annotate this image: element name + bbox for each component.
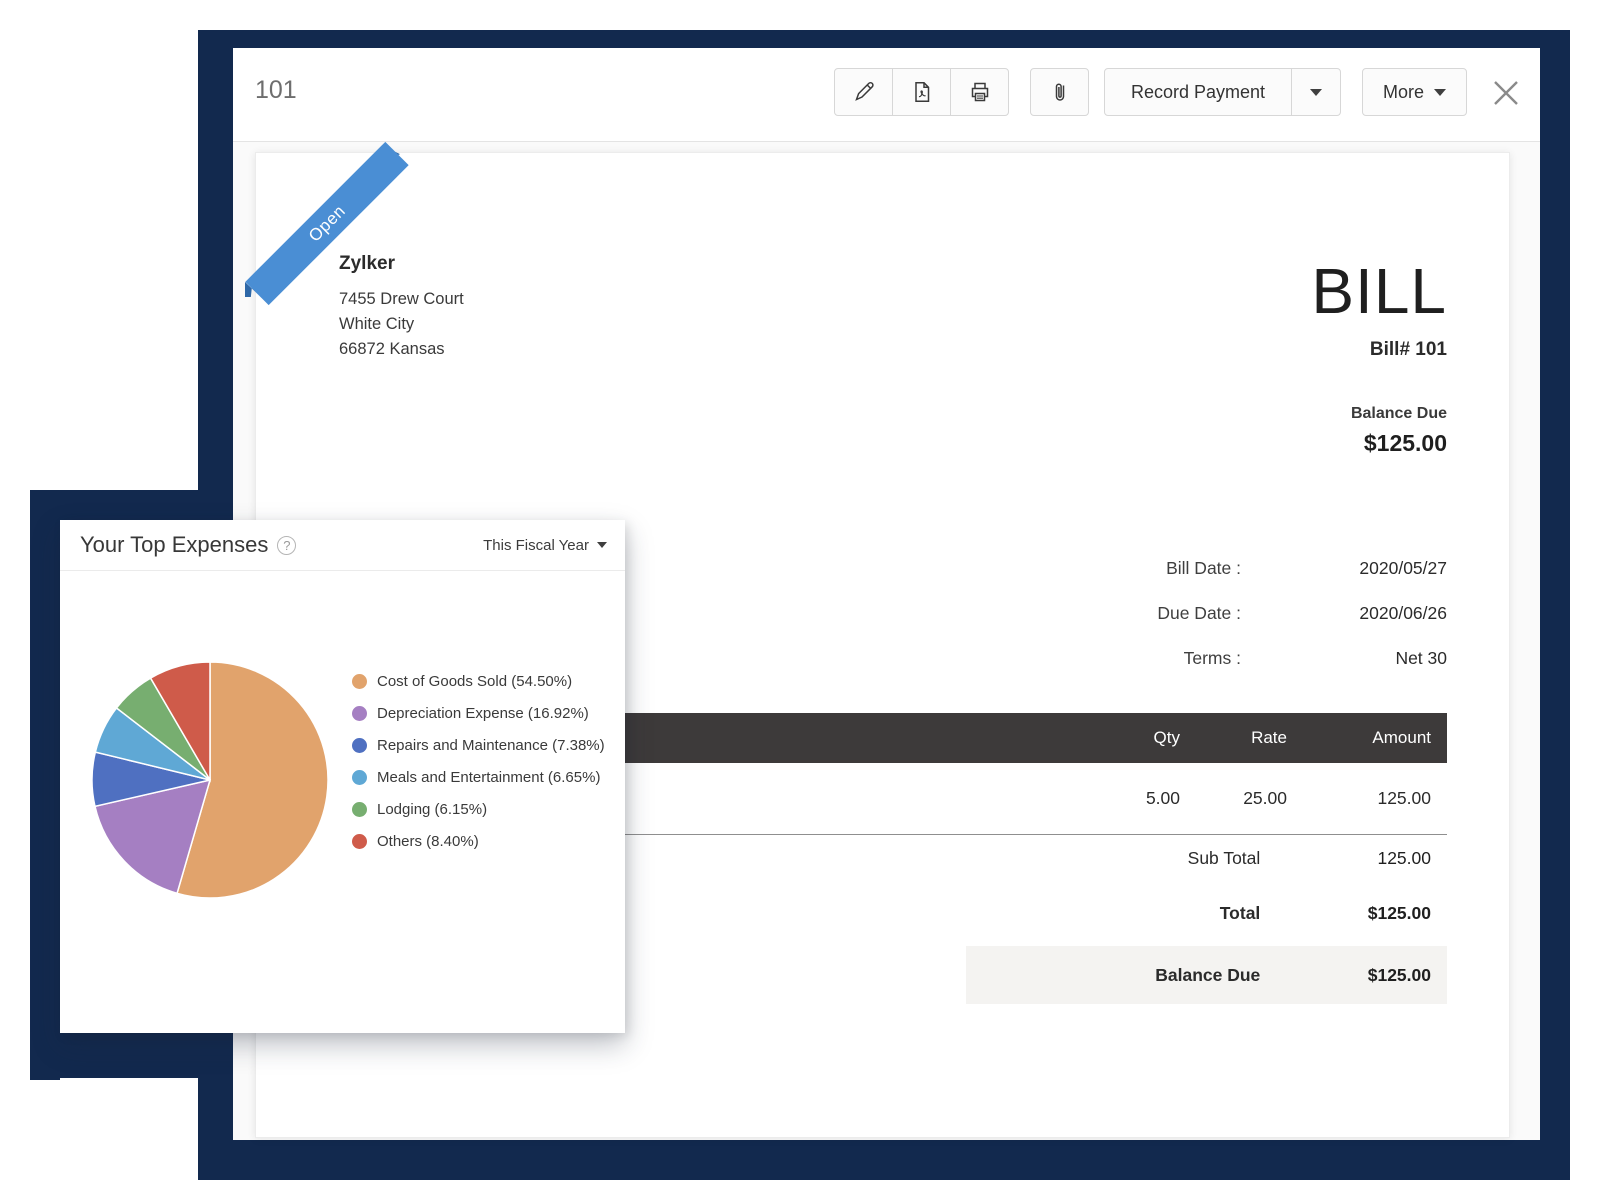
more-label: More xyxy=(1383,82,1424,103)
balance-due-label: Balance Due xyxy=(1311,405,1447,423)
record-payment-label: Record Payment xyxy=(1131,82,1265,103)
subtotal-value: 125.00 xyxy=(1260,848,1447,869)
due-date-row: Due Date : 2020/06/26 xyxy=(961,591,1447,636)
document-type-title: BILL xyxy=(1311,257,1447,325)
amount-cell: 125.00 xyxy=(1287,788,1431,809)
chevron-down-icon xyxy=(1434,89,1446,96)
record-payment-split-button: Record Payment xyxy=(1104,68,1341,116)
chevron-down-icon xyxy=(1310,89,1322,96)
balance-due-amount: $125.00 xyxy=(1311,430,1447,457)
pdf-file-icon xyxy=(910,80,934,104)
record-payment-dropdown[interactable] xyxy=(1291,68,1341,116)
due-date-value: 2020/06/26 xyxy=(1241,603,1447,624)
amount-header: Amount xyxy=(1287,728,1431,748)
legend-item: Repairs and Maintenance (7.38%) xyxy=(352,735,605,755)
terms-row: Terms : Net 30 xyxy=(961,636,1447,681)
balance-row-label: Balance Due xyxy=(966,965,1260,986)
legend-item: Others (8.40%) xyxy=(352,831,605,851)
subtotal-row: Sub Total 125.00 xyxy=(966,836,1447,880)
top-expenses-widget: Your Top Expenses ? This Fiscal Year Cos… xyxy=(60,520,625,1033)
pdf-button[interactable] xyxy=(892,68,951,116)
pie-chart xyxy=(90,660,330,900)
help-icon[interactable]: ? xyxy=(277,536,296,555)
vendor-address-block: Zylker 7455 Drew Court White City 66872 … xyxy=(339,253,464,362)
bill-number-heading: 101 xyxy=(255,76,297,105)
chart-legend: Cost of Goods Sold (54.50%) Depreciation … xyxy=(352,671,605,863)
widget-title: Your Top Expenses xyxy=(80,532,268,558)
legend-item: Depreciation Expense (16.92%) xyxy=(352,703,605,723)
widget-frame-left xyxy=(30,490,60,1080)
period-selector[interactable]: This Fiscal Year xyxy=(483,537,607,554)
close-button[interactable] xyxy=(1483,70,1529,116)
legend-label: Repairs and Maintenance (7.38%) xyxy=(377,737,605,754)
qty-header: Qty xyxy=(1060,728,1180,748)
printer-icon xyxy=(968,80,992,104)
totals-section: Sub Total 125.00 Total $125.00 Balance D… xyxy=(966,836,1447,1004)
total-label: Total xyxy=(966,903,1260,924)
paperclip-icon xyxy=(1049,80,1071,104)
widget-frame-top xyxy=(30,490,233,520)
due-date-label: Due Date : xyxy=(961,603,1241,624)
document-header: BILL Bill# 101 Balance Due $125.00 xyxy=(1311,257,1447,457)
legend-dot xyxy=(352,834,367,849)
legend-dot xyxy=(352,706,367,721)
subtotal-label: Sub Total xyxy=(966,848,1260,869)
bill-date-row: Bill Date : 2020/05/27 xyxy=(961,546,1447,591)
status-badge: Open xyxy=(305,201,350,246)
widget-frame-bottom xyxy=(30,1033,233,1078)
document-actions-group xyxy=(834,68,1009,116)
attachment-button[interactable] xyxy=(1030,68,1089,116)
total-value: $125.00 xyxy=(1260,903,1447,924)
terms-value: Net 30 xyxy=(1241,648,1447,669)
legend-label: Cost of Goods Sold (54.50%) xyxy=(377,673,572,690)
vendor-address-line: 66872 Kansas xyxy=(339,337,464,362)
vendor-address-line: 7455 Drew Court xyxy=(339,287,464,312)
print-button[interactable] xyxy=(950,68,1009,116)
legend-dot xyxy=(352,738,367,753)
bill-number: Bill# 101 xyxy=(1311,339,1447,361)
more-button[interactable]: More xyxy=(1362,68,1467,116)
legend-label: Lodging (6.15%) xyxy=(377,801,487,818)
bill-date-value: 2020/05/27 xyxy=(1241,558,1447,579)
rate-cell: 25.00 xyxy=(1180,788,1287,809)
bill-meta: Bill Date : 2020/05/27 Due Date : 2020/0… xyxy=(961,546,1447,681)
legend-dot xyxy=(352,674,367,689)
total-row: Total $125.00 xyxy=(966,880,1447,946)
edit-button[interactable] xyxy=(834,68,893,116)
close-icon xyxy=(1491,78,1521,108)
legend-item: Cost of Goods Sold (54.50%) xyxy=(352,671,605,691)
widget-header: Your Top Expenses ? This Fiscal Year xyxy=(60,520,625,571)
screenshot-stage: 101 xyxy=(0,0,1600,1200)
legend-label: Depreciation Expense (16.92%) xyxy=(377,705,589,722)
pencil-icon xyxy=(852,80,876,104)
legend-label: Others (8.40%) xyxy=(377,833,479,850)
record-payment-button[interactable]: Record Payment xyxy=(1104,68,1292,116)
terms-label: Terms : xyxy=(961,648,1241,669)
vendor-address-line: White City xyxy=(339,312,464,337)
chevron-down-icon xyxy=(597,542,607,548)
qty-cell: 5.00 xyxy=(1060,788,1180,809)
legend-dot xyxy=(352,770,367,785)
legend-label: Meals and Entertainment (6.65%) xyxy=(377,769,600,786)
period-label: This Fiscal Year xyxy=(483,537,589,554)
vendor-name: Zylker xyxy=(339,253,464,275)
legend-item: Lodging (6.15%) xyxy=(352,799,605,819)
legend-item: Meals and Entertainment (6.65%) xyxy=(352,767,605,787)
balance-row-value: $125.00 xyxy=(1260,965,1447,986)
balance-due-row: Balance Due $125.00 xyxy=(966,946,1447,1004)
rate-header: Rate xyxy=(1180,728,1287,748)
bill-date-label: Bill Date : xyxy=(961,558,1241,579)
toolbar: 101 xyxy=(233,48,1540,142)
legend-dot xyxy=(352,802,367,817)
